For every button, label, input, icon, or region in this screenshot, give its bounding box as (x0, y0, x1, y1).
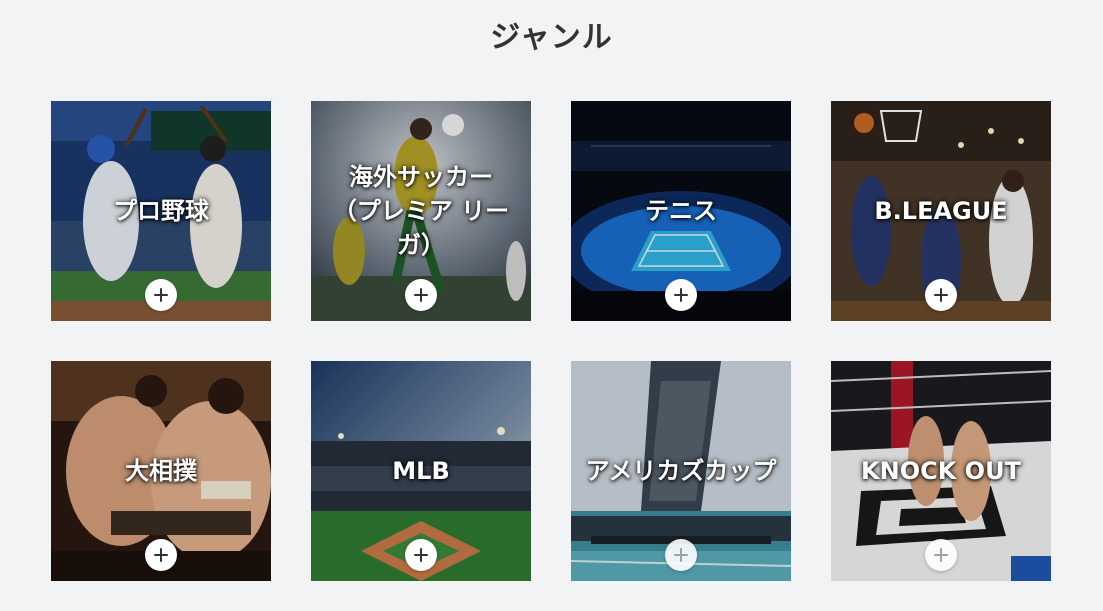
add-genre-button[interactable] (925, 279, 957, 311)
genre-card-tennis[interactable]: テニス (571, 101, 791, 321)
plus-icon (414, 288, 428, 302)
plus-icon (934, 548, 948, 562)
add-genre-button[interactable] (665, 279, 697, 311)
add-genre-button[interactable] (405, 539, 437, 571)
genre-card-b-league[interactable]: B.LEAGUE (831, 101, 1051, 321)
plus-icon (674, 288, 688, 302)
genre-card-sumo[interactable]: 大相撲 (51, 361, 271, 581)
genre-label: KNOCK OUT (861, 457, 1021, 485)
genre-grid: プロ野球 海外サッカー （プレミア リーガ） テニス B.LEAGUE 大相撲 … (51, 101, 1051, 581)
plus-icon (154, 548, 168, 562)
genre-label: アメリカズカップ (585, 457, 777, 485)
plus-icon (414, 548, 428, 562)
add-genre-button[interactable] (665, 539, 697, 571)
genre-label: プロ野球 (113, 197, 209, 225)
add-genre-button[interactable] (405, 279, 437, 311)
genre-label: B.LEAGUE (874, 197, 1008, 225)
add-genre-button[interactable] (145, 279, 177, 311)
genre-label: テニス (645, 197, 717, 225)
genre-card-pro-baseball[interactable]: プロ野球 (51, 101, 271, 321)
genre-card-overseas-soccer[interactable]: 海外サッカー （プレミア リーガ） (311, 101, 531, 321)
plus-icon (934, 288, 948, 302)
plus-icon (674, 548, 688, 562)
genre-label: 大相撲 (125, 457, 197, 485)
genre-card-americas-cup[interactable]: アメリカズカップ (571, 361, 791, 581)
genre-card-mlb[interactable]: MLB (311, 361, 531, 581)
genre-label: 海外サッカー （プレミア リーガ） (332, 163, 510, 259)
add-genre-button[interactable] (145, 539, 177, 571)
add-genre-button[interactable] (925, 539, 957, 571)
plus-icon (154, 288, 168, 302)
genre-card-knock-out[interactable]: KNOCK OUT (831, 361, 1051, 581)
section-title: ジャンル (490, 20, 613, 55)
genre-label: MLB (392, 457, 450, 485)
